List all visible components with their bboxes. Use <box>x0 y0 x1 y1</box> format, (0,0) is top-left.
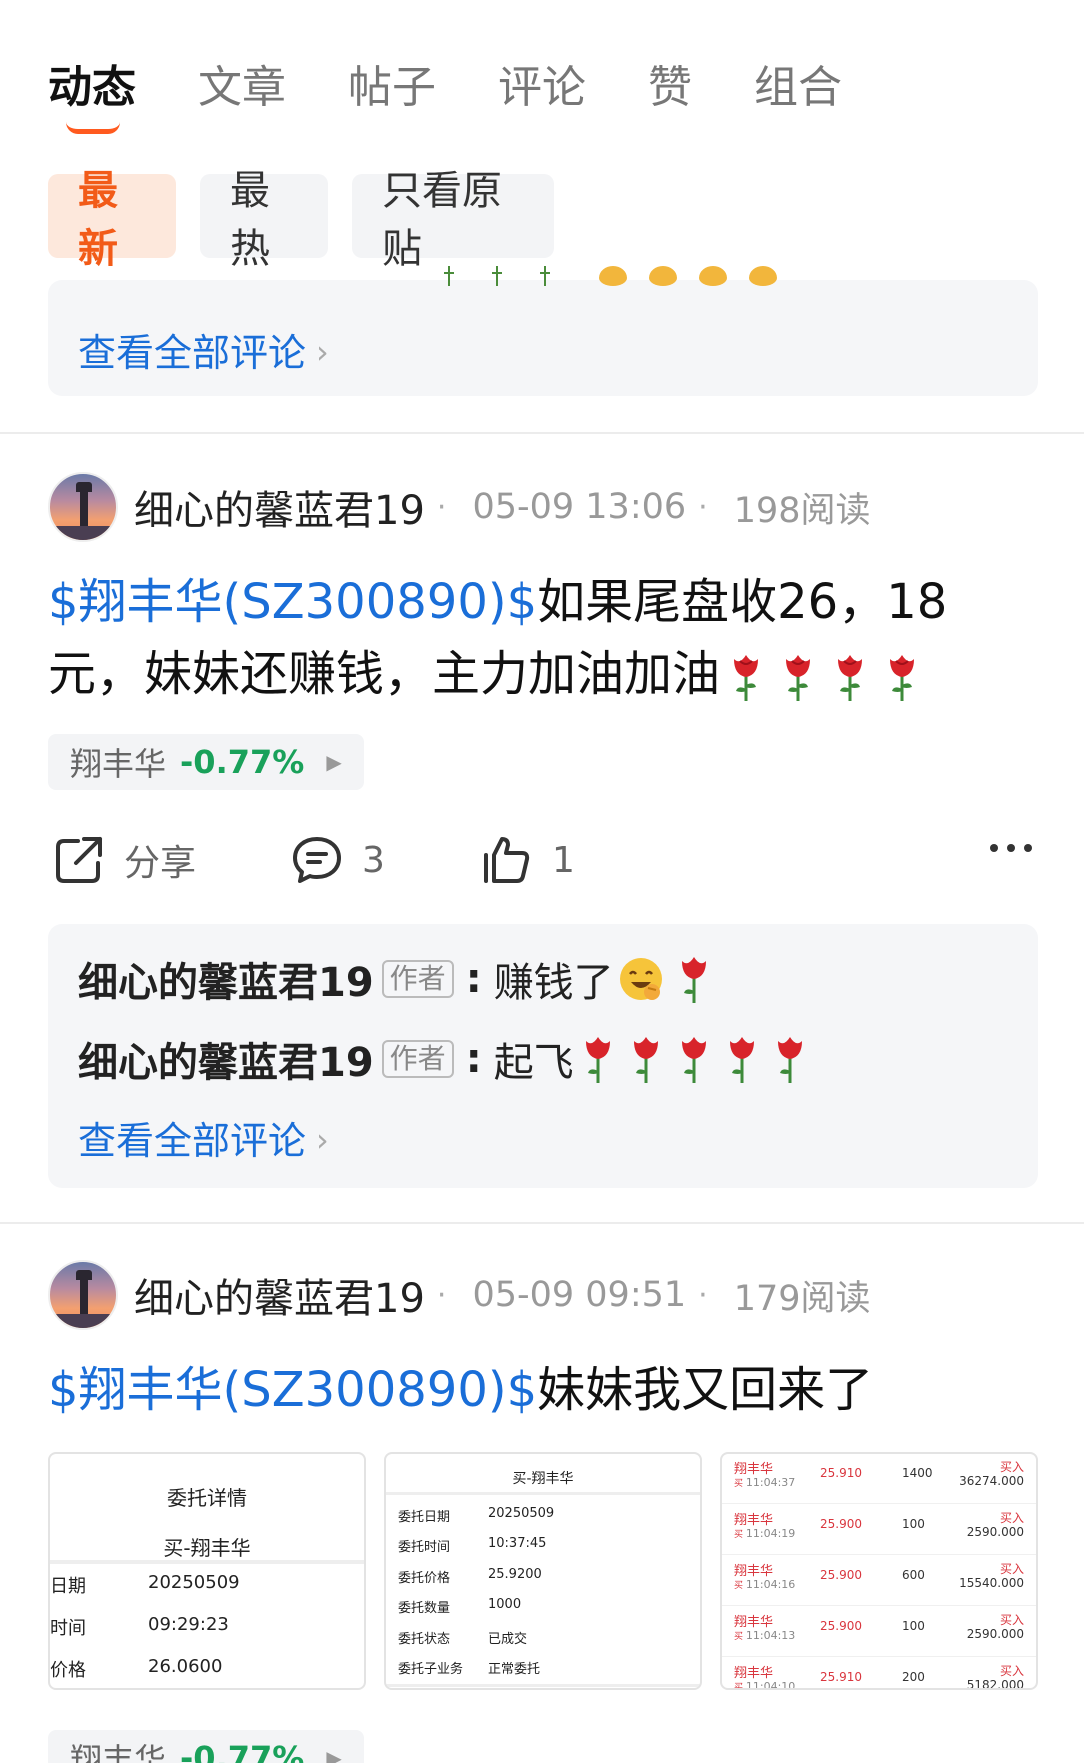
filter-chips: 最新 最热 只看原贴 <box>48 168 554 272</box>
share-button[interactable]: 分享 <box>52 833 290 887</box>
comment-icon <box>293 837 341 883</box>
chip-latest[interactable]: 最新 <box>48 168 176 272</box>
tab-likes[interactable]: 赞 <box>648 52 692 124</box>
post-image-3[interactable]: 翔丰华11:04:3725.9101400买入36274.000 翔丰华11:0… <box>720 1452 1038 1690</box>
comment-author[interactable]: 细心的馨蓝君19 <box>78 1030 374 1088</box>
chevron-right-icon: › <box>316 332 329 371</box>
top-tabs: 动态 文章 帖子 评论 赞 组合 <box>48 52 904 134</box>
read-count: 179阅读 <box>733 1278 871 1319</box>
avatar[interactable] <box>48 1260 118 1330</box>
more-icon <box>990 844 1032 852</box>
rose-emojis <box>720 646 928 702</box>
comment-item[interactable]: 细心的馨蓝君19 作者 : 赚钱了 <box>78 950 720 1008</box>
clipped-comment-line: ▁▁▁▁▁▁▁▁▁ ▁ <box>78 254 799 288</box>
like-button[interactable]: 1 <box>480 833 575 887</box>
tab-posts[interactable]: 帖子 <box>348 52 436 124</box>
author-name[interactable]: 细心的馨蓝君19 <box>134 1266 425 1324</box>
post-header: 细心的馨蓝君19 · 05-09 13:06 · 198阅读 <box>48 472 871 542</box>
chevron-right-icon: › <box>316 1120 329 1159</box>
stock-change: -0.77% <box>180 1739 305 1763</box>
action-bar: 分享 3 1 <box>52 830 1034 890</box>
post-divider <box>0 1222 1084 1224</box>
comment-author[interactable]: 细心的馨蓝君19 <box>78 950 374 1008</box>
share-icon <box>56 837 102 883</box>
author-badge: 作者 <box>381 960 454 998</box>
post-divider <box>0 432 1084 434</box>
comment-button[interactable]: 3 <box>290 833 480 887</box>
author-badge: 作者 <box>381 1040 454 1078</box>
tab-articles[interactable]: 文章 <box>198 52 286 124</box>
stock-link[interactable]: $翔丰华(SZ300890)$ <box>48 574 537 630</box>
chip-original-only[interactable]: 只看原贴 <box>352 168 554 272</box>
read-count: 198阅读 <box>733 490 871 531</box>
post-body[interactable]: $翔丰华(SZ300890)$如果尾盘收26，18 元，妹妹还赚钱，主力加油加油 <box>48 566 1038 710</box>
stock-tag[interactable]: 翔丰华 -0.77% ▶ <box>48 1730 364 1763</box>
rose-emojis <box>574 1033 814 1085</box>
chip-hot[interactable]: 最热 <box>200 168 328 272</box>
more-options-button[interactable] <box>988 840 1034 859</box>
comment-text: 起飞 <box>493 1040 574 1086</box>
rose-emoji <box>681 957 706 1003</box>
post-image-1[interactable]: 委托详情 买-翔丰华 日期 20250509 时间 09:29:23 价格 26.06… <box>48 1452 366 1690</box>
post-body[interactable]: $翔丰华(SZ300890)$妹妹我又回来了 <box>48 1354 1038 1426</box>
comment-text: 赚钱了 <box>493 960 614 1006</box>
post-date: 05-09 09:51 <box>472 1275 687 1315</box>
comment-item[interactable]: 细心的馨蓝君19 作者 : 起飞 <box>78 1030 814 1088</box>
stock-link[interactable]: $翔丰华(SZ300890)$ <box>48 1362 537 1418</box>
author-name[interactable]: 细心的馨蓝君19 <box>134 478 425 536</box>
post-date: 05-09 13:06 <box>472 487 687 527</box>
view-all-comments-link[interactable]: 查看全部评论 › <box>78 322 329 377</box>
triangle-right-icon: ▶ <box>326 750 342 774</box>
comment-box: 细心的馨蓝君19 作者 : 赚钱了 细心的馨蓝君19 作者 : 起飞 查看全部评… <box>48 924 1038 1188</box>
view-all-comments-link[interactable]: 查看全部评论 › <box>78 1110 329 1165</box>
tab-comments[interactable]: 评论 <box>498 52 586 124</box>
avatar[interactable] <box>48 472 118 542</box>
stock-change: -0.77% <box>180 743 305 781</box>
like-icon <box>484 837 530 883</box>
stock-tag[interactable]: 翔丰华 -0.77% ▶ <box>48 734 364 790</box>
active-tab-indicator <box>66 122 120 134</box>
triangle-right-icon: ▶ <box>326 1746 342 1763</box>
tab-dynamic[interactable]: 动态 <box>48 52 136 134</box>
grin-emoji <box>619 958 662 1000</box>
post-header: 细心的馨蓝君19 · 05-09 09:51 · 179阅读 <box>48 1260 871 1330</box>
comment-box-previous: ▁▁▁▁▁▁▁▁▁ ▁ 查看全部评论 › <box>48 254 1038 396</box>
tab-portfolio[interactable]: 组合 <box>754 52 842 124</box>
post-image-2[interactable]: 买-翔丰华 委托日期 20250509 委托时间 10:37:45 委托价格 25.9… <box>384 1452 702 1690</box>
